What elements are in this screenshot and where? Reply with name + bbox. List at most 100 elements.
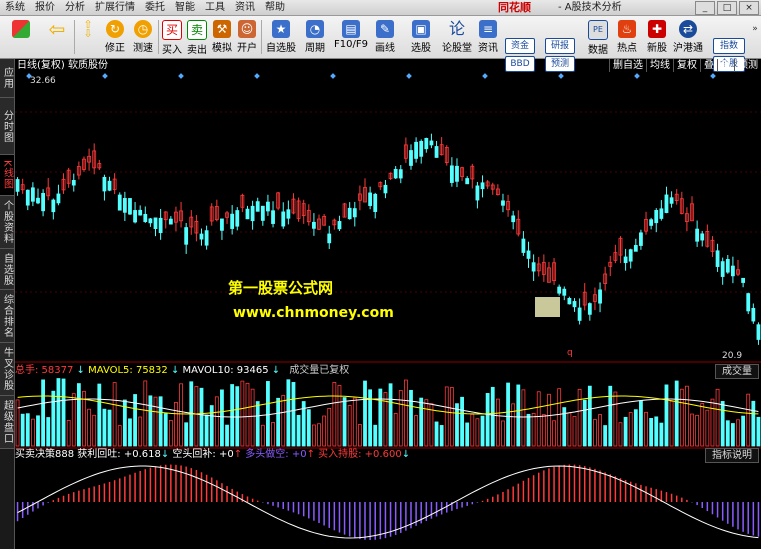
volume-bar <box>516 384 521 447</box>
volume-bar <box>133 394 137 447</box>
watchlist-button[interactable]: ★ 自选股 <box>264 18 298 56</box>
volume-bar <box>245 382 250 447</box>
volume-bar <box>700 403 705 447</box>
fix-button[interactable]: ↻ 修正 <box>102 18 128 56</box>
flame-icon: ♨ <box>618 20 636 38</box>
simulate-button[interactable]: ⚒ 模拟 <box>210 18 234 56</box>
candle-body <box>521 238 526 253</box>
menu-item[interactable]: 分析 <box>60 0 90 15</box>
screener-icon: ▣ <box>412 20 430 38</box>
candle-body <box>434 146 439 158</box>
indicator-name: 买卖决策888 <box>15 449 75 460</box>
candle-body <box>260 205 265 221</box>
volume-bar <box>128 418 132 447</box>
volume-bar <box>347 405 352 447</box>
overlay-button[interactable]: 叠 <box>700 59 717 72</box>
adjust-button[interactable]: 复权 <box>673 59 700 72</box>
drawline-button[interactable]: ✎ 画线 <box>372 18 398 56</box>
volume-bar <box>30 418 35 447</box>
indicator-line <box>17 465 759 539</box>
volume-bar <box>61 378 66 447</box>
candle-body <box>429 140 434 146</box>
volume-bar <box>97 383 102 447</box>
volume-bar <box>730 423 735 447</box>
volume-bar <box>567 412 572 447</box>
scroll-button[interactable]: ⇧ ⇩ <box>78 18 98 56</box>
volume-bar <box>393 413 398 447</box>
indicator-help-button[interactable]: 指标说明 <box>705 448 759 463</box>
volume-bar <box>710 398 715 447</box>
candle-body <box>409 150 413 166</box>
screener-button[interactable]: ▣ 选股 <box>408 18 434 56</box>
volume-bar <box>352 397 357 447</box>
close-icon[interactable]: × <box>739 1 759 15</box>
speedtest-button[interactable]: ◷ 测速 <box>130 18 156 56</box>
candle-body <box>204 230 209 246</box>
news-button[interactable]: ≡ 资讯 <box>476 18 500 56</box>
indicator-profit-taking: 获利回吐: +0.618 <box>77 449 161 460</box>
minimize-icon[interactable]: _ <box>695 1 715 15</box>
tab-diagnosis[interactable]: 牛叉诊股 <box>0 343 14 396</box>
candle-body <box>30 187 35 202</box>
data-button[interactable]: PE 数据 <box>585 18 611 56</box>
updown-arrow-icon: ⇧ ⇩ <box>83 18 93 40</box>
candle-body <box>133 210 137 223</box>
layout-button[interactable] <box>6 18 36 56</box>
indicator-short-cover: 空头回补: +0 <box>172 449 234 460</box>
volume-bar <box>153 396 158 447</box>
sell-button[interactable]: 卖卖出 <box>185 18 209 56</box>
indicator-header: 买卖决策888 获利回吐: +0.618↓ 空头回补: +0↑ 多头做空: +0… <box>15 449 411 460</box>
volume-bar <box>357 424 362 447</box>
diamond-marker <box>482 73 488 79</box>
tab-watchlist[interactable]: 自选股 <box>0 249 14 290</box>
maximize-icon[interactable]: □ <box>717 1 737 15</box>
candle-body <box>255 201 260 212</box>
candle-body <box>526 250 531 259</box>
tab-app[interactable]: 应用 <box>0 59 14 98</box>
f10-button[interactable]: ▤ F10/F9 <box>333 18 369 56</box>
tab-super-panel[interactable]: 超级盘口 <box>0 396 14 449</box>
fund-flow-button[interactable]: 资金 <box>505 38 535 54</box>
volume-bar <box>51 390 56 447</box>
remove-watchlist-button[interactable]: 删自选 <box>609 59 646 72</box>
tab-timeshare[interactable]: 分时图 <box>0 98 14 155</box>
buy-button[interactable]: 买买入 <box>160 18 184 56</box>
volume-bar <box>751 400 756 447</box>
menu-item[interactable]: 系统 <box>0 0 30 15</box>
tab-ranking[interactable]: 综合排名 <box>0 290 14 343</box>
menu-item[interactable]: 委托 <box>140 0 170 15</box>
hotspot-button[interactable]: ♨ 热点 <box>614 18 640 56</box>
candle-body <box>449 165 454 183</box>
menu-item[interactable]: 工具 <box>200 0 230 15</box>
volume-bar <box>746 393 751 447</box>
tab-stock-info[interactable]: 个股资料 <box>0 196 14 249</box>
research-button[interactable]: 研报 <box>545 38 575 54</box>
open-account-button[interactable]: ☺ 开户 <box>235 18 259 56</box>
side-tab-bar: 应用 分时图 K线图 个股资料 自选股 综合排名 牛叉诊股 超级盘口 <box>0 59 15 549</box>
menu-item[interactable]: 智能 <box>170 0 200 15</box>
index-button[interactable]: 指数 <box>713 38 745 54</box>
ma-button[interactable]: 均线 <box>646 59 673 72</box>
volume-bar <box>250 388 255 447</box>
menu-item[interactable]: 帮助 <box>260 0 290 15</box>
tab-kline[interactable]: K线图 <box>0 155 14 196</box>
ipo-button[interactable]: ✚ 新股 <box>644 18 670 56</box>
candle-body <box>424 137 429 150</box>
hk-connect-button[interactable]: ⇄ 沪港通 <box>672 18 704 56</box>
volume-bar <box>674 380 679 447</box>
period-button[interactable]: ◔ 周期 <box>300 18 330 56</box>
sell-icon: 卖 <box>187 20 207 40</box>
volume-panel-button[interactable]: 成交量 <box>715 364 759 379</box>
forum-button[interactable]: 论论股堂 <box>440 18 474 56</box>
volume-ma5: MAVOL5: 75832 <box>88 365 168 376</box>
back-button[interactable]: ⇦ <box>44 18 70 56</box>
candle-body <box>235 210 240 227</box>
candle-body <box>654 210 659 224</box>
menu-item[interactable]: 报价 <box>30 0 60 15</box>
document-icon: ▤ <box>342 20 360 38</box>
menu-item[interactable]: 资讯 <box>230 0 260 15</box>
window-button[interactable]: 窗 <box>717 59 734 72</box>
predict-button[interactable]: 预测 <box>734 59 761 72</box>
menu-item[interactable]: 扩展行情 <box>90 0 140 15</box>
more-button[interactable]: » <box>746 18 760 56</box>
